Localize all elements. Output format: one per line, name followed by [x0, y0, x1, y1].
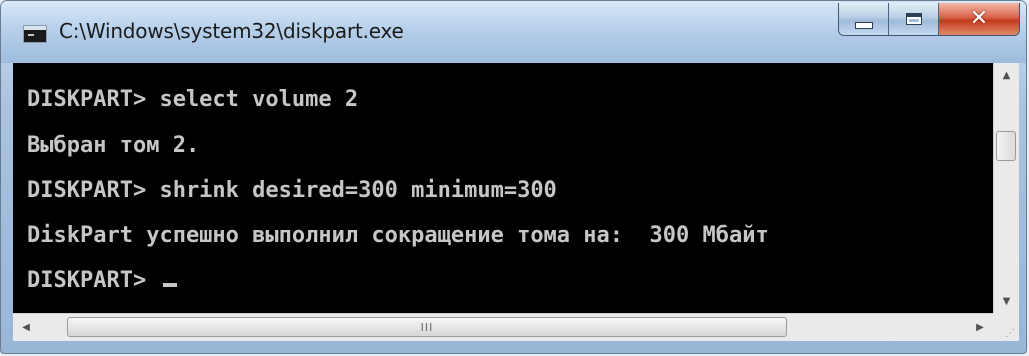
horizontal-scrollbar[interactable]: ◀ III ▶: [13, 313, 993, 341]
window-title: C:\Windows\system32\diskpart.exe: [59, 19, 404, 43]
scroll-up-button[interactable]: ▲: [994, 63, 1019, 87]
scroll-left-button[interactable]: ◀: [13, 314, 39, 341]
console-output[interactable]: DISKPART> select volume 2 Выбран том 2. …: [13, 63, 993, 313]
console-prompt-line: DISKPART>: [27, 268, 178, 293]
maximize-button[interactable]: [889, 3, 939, 35]
text-cursor: [163, 283, 178, 287]
console-line-3: DISKPART> shrink desired=300 minimum=300: [27, 178, 557, 203]
console-prompt: DISKPART>: [27, 268, 160, 293]
title-bar[interactable]: C:\Windows\system32\diskpart.exe ✕: [1, 1, 1026, 63]
scroll-down-button[interactable]: ▼: [994, 289, 1019, 313]
console-window: C:\Windows\system32\diskpart.exe ✕ DISKP…: [0, 0, 1027, 354]
right-arrow-icon: ▶: [976, 322, 984, 333]
horizontal-scroll-thumb[interactable]: III: [67, 317, 787, 337]
resize-grip[interactable]: ⋰: [993, 313, 1019, 341]
vertical-scroll-thumb[interactable]: [996, 131, 1016, 161]
minimize-button[interactable]: [839, 3, 889, 35]
console-window-icon[interactable]: [23, 25, 47, 43]
console-line-1: DISKPART> select volume 2: [27, 87, 359, 112]
vertical-scrollbar[interactable]: ▲ ▼: [993, 63, 1019, 313]
close-button[interactable]: ✕: [939, 3, 1019, 35]
maximize-icon: [905, 13, 922, 25]
scroll-right-button[interactable]: ▶: [967, 314, 993, 341]
console-line-4: DiskPart успешно выполнил сокращение том…: [27, 223, 769, 248]
console-line-2: Выбран том 2.: [27, 133, 200, 158]
close-icon: ✕: [969, 6, 989, 31]
window-controls: ✕: [838, 3, 1020, 36]
down-arrow-icon: ▼: [1002, 295, 1011, 307]
resize-grip-icon: ⋰: [1005, 328, 1015, 339]
thumb-grip-icon: III: [420, 320, 434, 334]
up-arrow-icon: ▲: [1002, 69, 1011, 81]
minimize-icon: [854, 21, 873, 29]
left-arrow-icon: ◀: [22, 322, 30, 333]
